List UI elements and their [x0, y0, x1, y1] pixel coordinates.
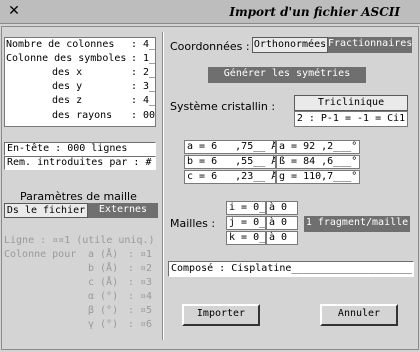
disabled-col-a-val: : ¤1	[128, 249, 153, 260]
mailles-label: Mailles :	[170, 217, 216, 230]
compound-field[interactable]: Composé : Cisplatine____________________	[168, 261, 414, 277]
col-symbols-field[interactable]: : 1_	[131, 53, 155, 64]
param-gamma[interactable]: g = 110,7___°	[276, 170, 360, 184]
coords-fractional[interactable]: Fractionnaires	[328, 37, 412, 53]
col-x-field[interactable]: : 2_	[131, 67, 155, 78]
maille-j-from[interactable]: j = 0__	[226, 216, 266, 230]
disabled-col-gamma-val: : ¤6	[128, 319, 153, 330]
import-button[interactable]: Importer	[182, 304, 260, 326]
title-bar: ✕ Import d'un fichier ASCII	[0, 0, 420, 24]
disabled-col-beta-val: : ¤5	[128, 305, 153, 316]
col-y-field[interactable]: : 3_	[131, 81, 155, 92]
col-z-field[interactable]: : 4_	[131, 95, 155, 106]
col-symbols-label: Colonne des symboles	[6, 53, 127, 64]
cancel-button[interactable]: Annuler	[320, 304, 398, 326]
param-b[interactable]: b = 6 ,55__ Å	[184, 155, 276, 169]
col-radius-field[interactable]: : 00	[131, 110, 155, 121]
col-count-field[interactable]: : 4_	[131, 39, 155, 50]
col-y-label: des y	[52, 81, 83, 92]
disabled-col-b: b (Å)	[88, 263, 119, 274]
disabled-col-alpha: α (°)	[88, 291, 119, 302]
col-radius-label: des rayons	[52, 110, 113, 121]
space-group-select[interactable]: 2 : P-1 = -1 = Ci1	[294, 111, 408, 127]
mesh-params-label: Paramètres de maille	[20, 190, 137, 203]
disabled-col-c-val: : ¤3	[128, 277, 153, 288]
tab-external[interactable]: Externes	[88, 203, 158, 218]
col-count-label: Nombre de colonnes	[6, 39, 115, 50]
disabled-col-beta: β (°)	[88, 305, 119, 316]
crystal-system-label: Système cristallin :	[170, 100, 276, 113]
remarks-field[interactable]: Rem. introduites par : #	[4, 156, 156, 170]
disabled-col-b-val: : ¤2	[128, 263, 153, 274]
crystal-system-select[interactable]: Triclinique	[294, 95, 408, 111]
param-alpha[interactable]: a = 92 ,2___°	[276, 140, 360, 154]
disabled-line-label: Ligne : ¤¤1 (utile uniq.)	[4, 235, 155, 246]
maille-k-to[interactable]: à 0	[266, 231, 298, 245]
tab-in-file[interactable]: Ds le fichier	[4, 203, 88, 218]
disabled-col-alpha-val: : ¤4	[128, 291, 153, 302]
generate-symmetries-button[interactable]: Générer les symétries	[208, 67, 366, 83]
coords-orthonormal[interactable]: Orthonormées	[252, 37, 328, 53]
window-title: Import d'un fichier ASCII	[229, 5, 400, 19]
disabled-col-c: c (Å)	[88, 277, 119, 288]
maille-k-from[interactable]: k = 0__	[226, 231, 266, 245]
close-icon[interactable]: ✕	[6, 3, 22, 19]
param-beta[interactable]: ß = 84 ,6___°	[276, 155, 360, 169]
disabled-col-a: a (Å)	[88, 249, 119, 260]
panel-divider	[162, 32, 164, 340]
disabled-col-label: Colonne pour	[4, 249, 77, 260]
col-z-label: des z	[52, 95, 83, 106]
param-a[interactable]: a = 6 ,75__ Å	[184, 140, 276, 154]
fragment-per-cell-button[interactable]: 1 fragment/maille	[304, 216, 410, 232]
param-c[interactable]: c = 6 ,23__ Å	[184, 170, 276, 184]
header-lines-field[interactable]: En-tête : 000 lignes	[4, 142, 156, 156]
col-x-label: des x	[52, 67, 83, 78]
maille-i-to[interactable]: à 0	[266, 201, 298, 215]
coords-label: Coordonnées :	[170, 40, 250, 53]
maille-j-to[interactable]: à 0	[266, 216, 298, 230]
disabled-col-gamma: γ (°)	[88, 319, 119, 330]
maille-i-from[interactable]: i = 0__	[226, 201, 266, 215]
